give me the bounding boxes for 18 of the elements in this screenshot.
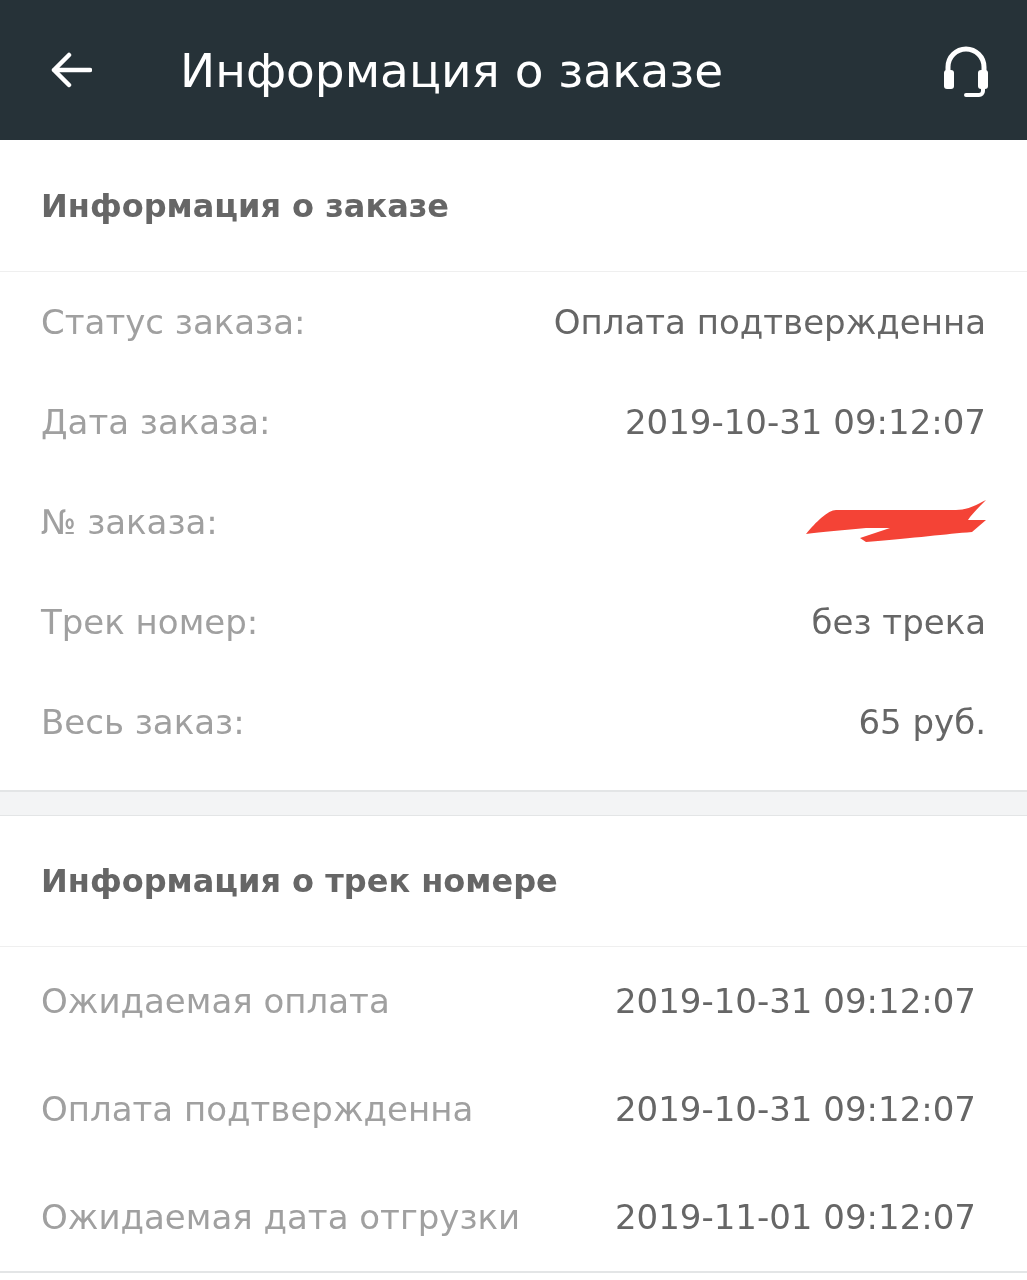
section-title: Информация о трек номере xyxy=(41,861,558,902)
field-label: Статус заказа: xyxy=(41,300,306,344)
field-value: без трека xyxy=(811,600,986,644)
field-label: Ожидаемая дата отгрузки xyxy=(41,1195,521,1239)
field-label: Весь заказ: xyxy=(41,700,245,744)
field-value: 2019-10-31 09:12:07 xyxy=(624,400,986,444)
field-label: Оплата подтвержденна xyxy=(41,1087,474,1131)
field-label: № заказа: xyxy=(41,500,218,544)
field-value: 2019-11-01 09:12:07 xyxy=(614,1195,976,1239)
back-arrow-icon[interactable] xyxy=(50,52,92,88)
field-label: Ожидаемая оплата xyxy=(41,979,390,1023)
field-label: Дата заказа: xyxy=(41,400,271,444)
field-value: 2019-10-31 09:12:07 xyxy=(614,979,976,1023)
field-value: Оплата подтвержденна xyxy=(553,300,986,344)
field-label: Трек номер: xyxy=(41,600,259,644)
field-value: 2019-10-31 09:12:07 xyxy=(614,1087,976,1131)
field-value: 65 руб. xyxy=(858,700,986,744)
section-title: Информация о заказе xyxy=(41,185,450,227)
